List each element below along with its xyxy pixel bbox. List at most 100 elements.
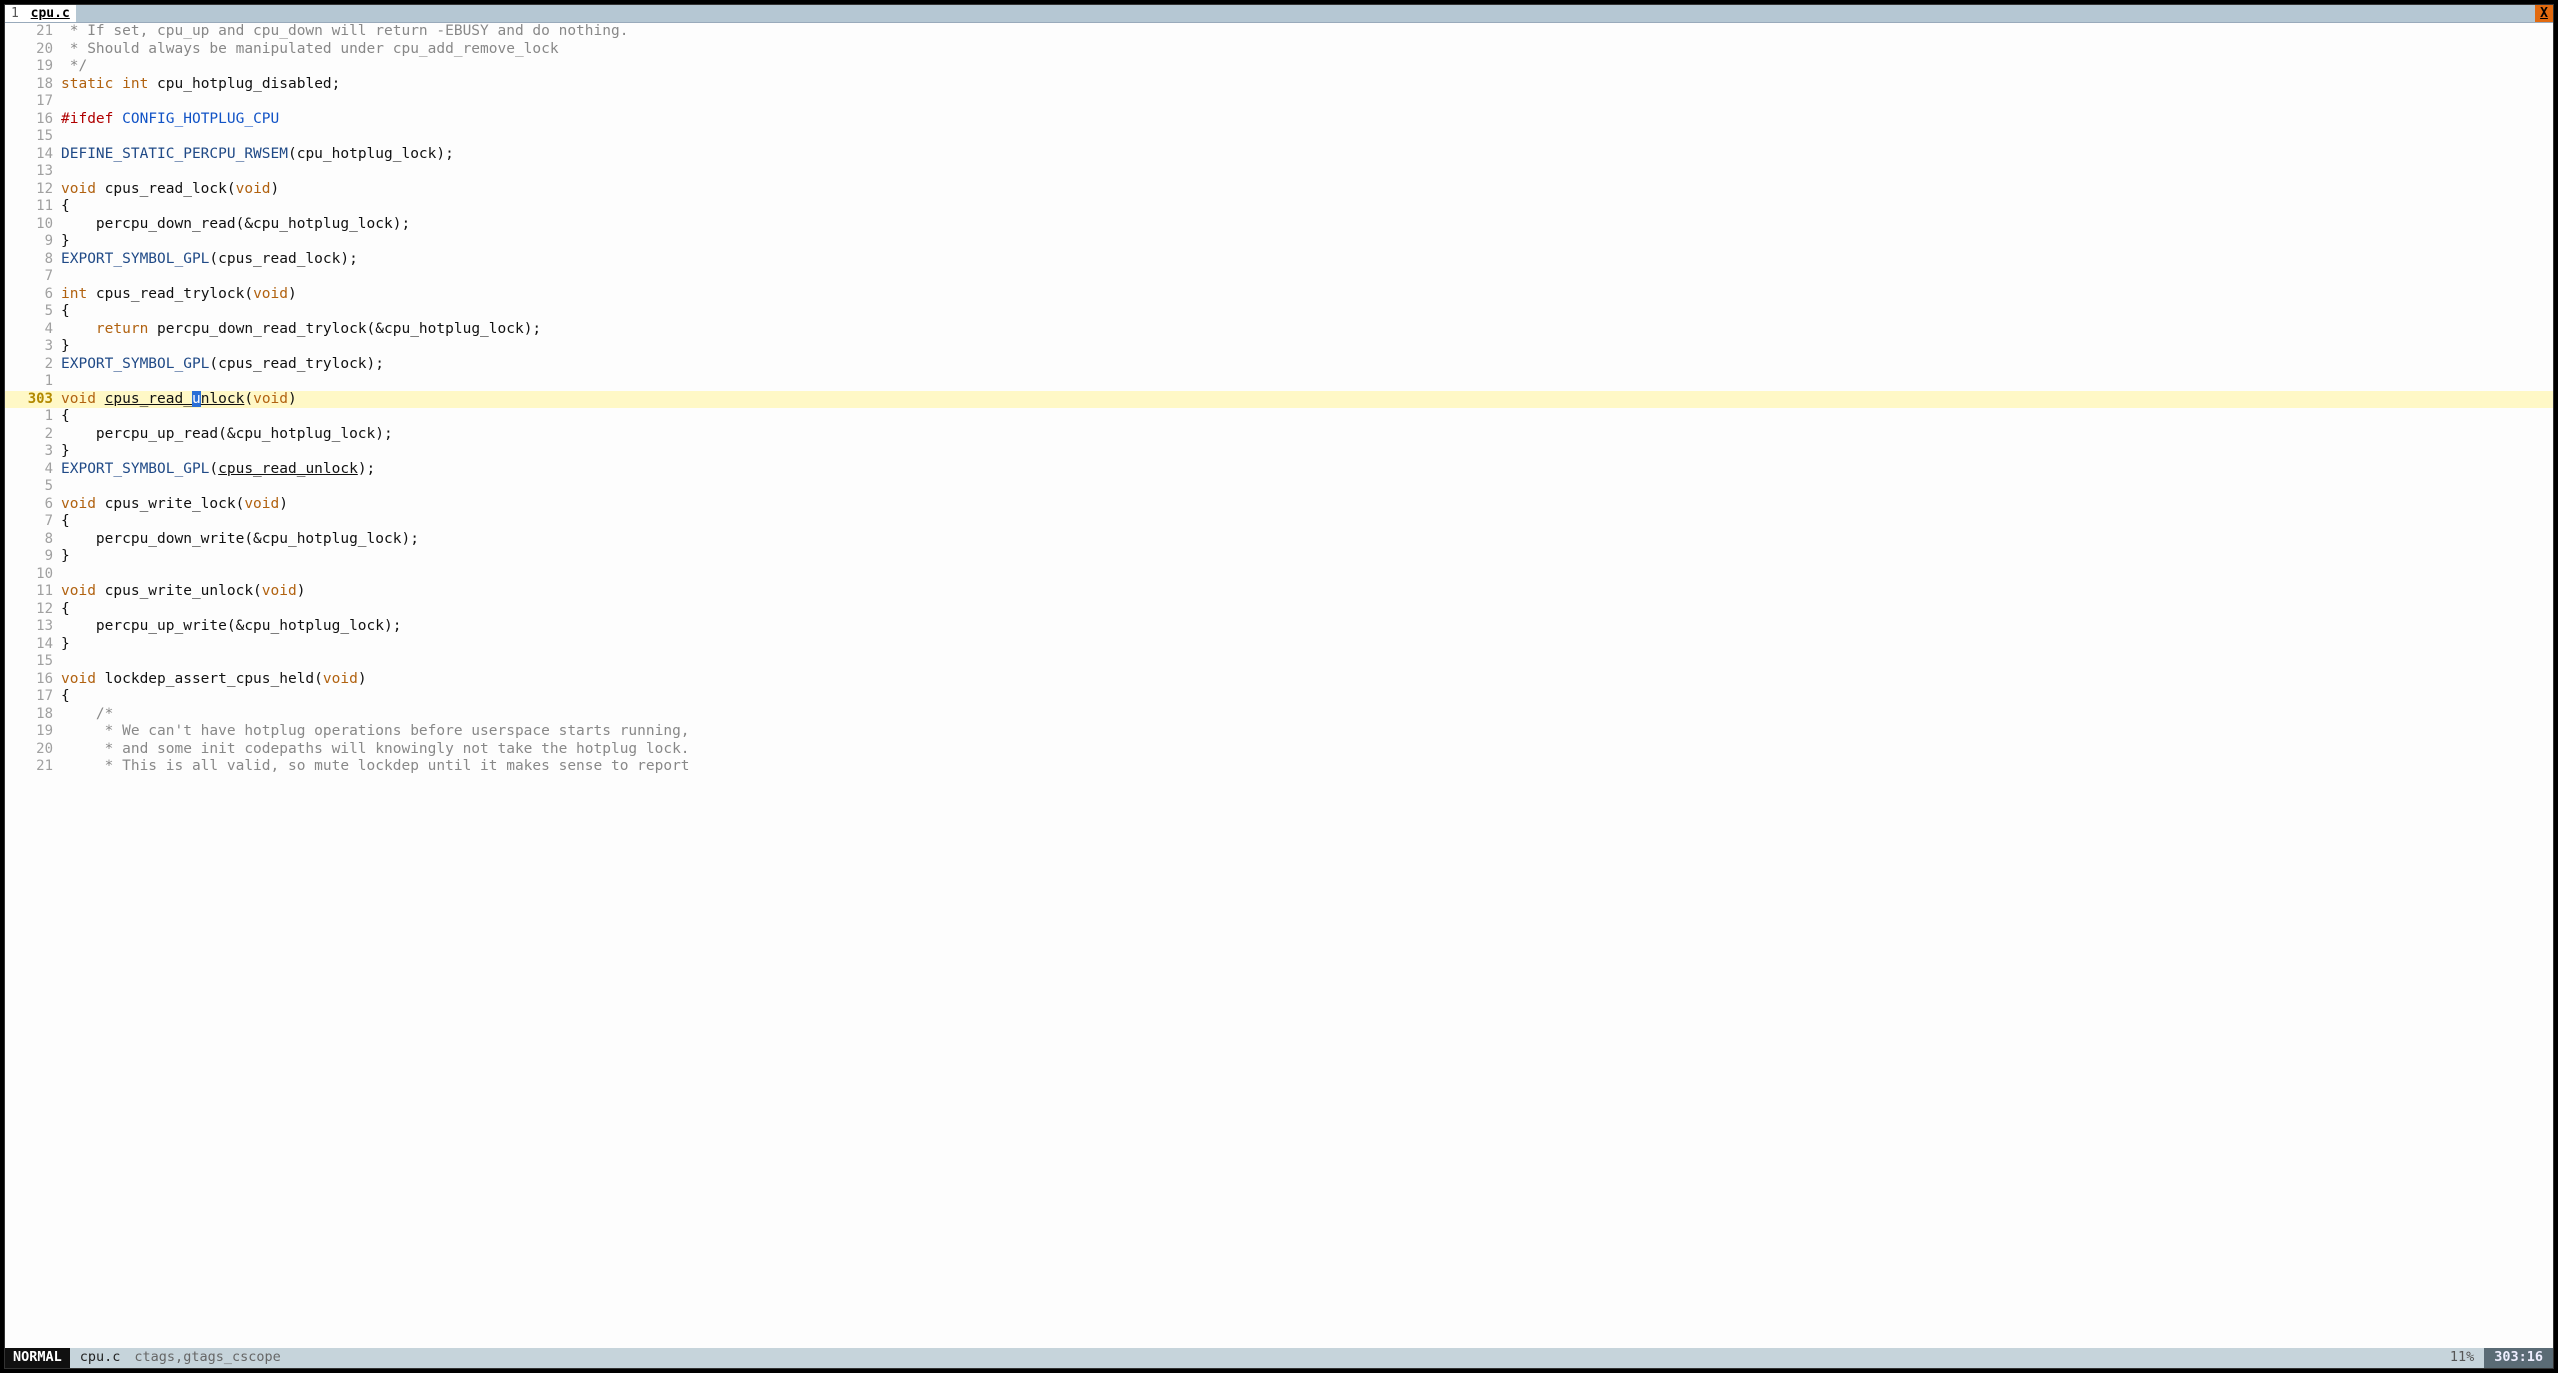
code-line[interactable]: 7 xyxy=(5,268,2553,286)
code-content: percpu_up_read(&cpu_hotplug_lock); xyxy=(61,426,2553,444)
code-line[interactable]: 11void cpus_write_unlock(void) xyxy=(5,583,2553,601)
code-content: void cpus_read_lock(void) xyxy=(61,181,2553,199)
code-line[interactable]: 5{ xyxy=(5,303,2553,321)
code-content: percpu_down_read(&cpu_hotplug_lock); xyxy=(61,216,2553,234)
code-line[interactable]: 20 * and some init codepaths will knowin… xyxy=(5,741,2553,759)
line-number: 8 xyxy=(5,251,61,269)
code-line[interactable]: 3} xyxy=(5,338,2553,356)
code-line[interactable]: 18static int cpu_hotplug_disabled; xyxy=(5,76,2553,94)
code-content: /* xyxy=(61,706,2553,724)
code-line[interactable]: 1 xyxy=(5,373,2553,391)
code-line[interactable]: 11{ xyxy=(5,198,2553,216)
code-line[interactable]: 6int cpus_read_trylock(void) xyxy=(5,286,2553,304)
code-content: int cpus_read_trylock(void) xyxy=(61,286,2553,304)
code-content: } xyxy=(61,636,2553,654)
code-line[interactable]: 10 percpu_down_read(&cpu_hotplug_lock); xyxy=(5,216,2553,234)
tab-index: 1 xyxy=(11,5,19,23)
code-line[interactable]: 17 xyxy=(5,93,2553,111)
code-content: void cpus_read_unlock(void) xyxy=(61,391,2553,409)
code-content: } xyxy=(61,233,2553,251)
code-line[interactable]: 1{ xyxy=(5,408,2553,426)
code-line[interactable]: 21 * If set, cpu_up and cpu_down will re… xyxy=(5,23,2553,41)
code-line[interactable]: 20 * Should always be manipulated under … xyxy=(5,41,2553,59)
code-content xyxy=(61,566,2553,584)
code-content: void cpus_write_lock(void) xyxy=(61,496,2553,514)
code-content: * If set, cpu_up and cpu_down will retur… xyxy=(61,23,2553,41)
code-line[interactable]: 14} xyxy=(5,636,2553,654)
status-percent: 11% xyxy=(2440,1348,2484,1368)
line-number: 4 xyxy=(5,321,61,339)
code-line[interactable]: 19 */ xyxy=(5,58,2553,76)
code-content: { xyxy=(61,303,2553,321)
line-number: 19 xyxy=(5,723,61,741)
code-line[interactable]: 8 percpu_down_write(&cpu_hotplug_lock); xyxy=(5,531,2553,549)
vim-mode: NORMAL xyxy=(5,1348,70,1368)
code-content: } xyxy=(61,338,2553,356)
line-number: 4 xyxy=(5,461,61,479)
code-line[interactable]: 19 * We can't have hotplug operations be… xyxy=(5,723,2553,741)
line-number: 18 xyxy=(5,76,61,94)
code-line[interactable]: 13 xyxy=(5,163,2553,181)
line-number: 9 xyxy=(5,548,61,566)
line-number: 10 xyxy=(5,566,61,584)
line-number: 21 xyxy=(5,758,61,776)
line-number: 20 xyxy=(5,741,61,759)
code-line[interactable]: 18 /* xyxy=(5,706,2553,724)
code-line[interactable]: 2 percpu_up_read(&cpu_hotplug_lock); xyxy=(5,426,2553,444)
tab-close-button[interactable]: X xyxy=(2535,5,2553,22)
code-line[interactable]: 16#ifdef CONFIG_HOTPLUG_CPU xyxy=(5,111,2553,129)
code-content xyxy=(61,163,2553,181)
code-content: { xyxy=(61,513,2553,531)
code-line[interactable]: 12void cpus_read_lock(void) xyxy=(5,181,2553,199)
code-content: */ xyxy=(61,58,2553,76)
code-content: { xyxy=(61,198,2553,216)
line-number: 13 xyxy=(5,618,61,636)
code-content: DEFINE_STATIC_PERCPU_RWSEM(cpu_hotplug_l… xyxy=(61,146,2553,164)
line-number: 1 xyxy=(5,373,61,391)
code-line[interactable]: 12{ xyxy=(5,601,2553,619)
status-tags: ctags,gtags_cscope xyxy=(130,1349,284,1367)
code-line[interactable]: 3} xyxy=(5,443,2553,461)
code-line[interactable]: 8EXPORT_SYMBOL_GPL(cpus_read_lock); xyxy=(5,251,2553,269)
line-number: 2 xyxy=(5,426,61,444)
code-content: * Should always be manipulated under cpu… xyxy=(61,41,2553,59)
code-line[interactable]: 9} xyxy=(5,233,2553,251)
code-line[interactable]: 14DEFINE_STATIC_PERCPU_RWSEM(cpu_hotplug… xyxy=(5,146,2553,164)
code-line[interactable]: 2EXPORT_SYMBOL_GPL(cpus_read_trylock); xyxy=(5,356,2553,374)
tab-cpu-c[interactable]: 1 cpu.c xyxy=(5,5,76,22)
line-number: 5 xyxy=(5,303,61,321)
line-number: 3 xyxy=(5,443,61,461)
line-number: 7 xyxy=(5,268,61,286)
line-number: 3 xyxy=(5,338,61,356)
line-number: 15 xyxy=(5,653,61,671)
code-line[interactable]: 10 xyxy=(5,566,2553,584)
code-content: * We can't have hotplug operations befor… xyxy=(61,723,2553,741)
code-line[interactable]: 5 xyxy=(5,478,2553,496)
line-number: 15 xyxy=(5,128,61,146)
code-editor[interactable]: 21 * If set, cpu_up and cpu_down will re… xyxy=(5,23,2553,1348)
code-line[interactable]: 15 xyxy=(5,128,2553,146)
code-line[interactable]: 7{ xyxy=(5,513,2553,531)
code-content: { xyxy=(61,688,2553,706)
line-number: 14 xyxy=(5,146,61,164)
line-number: 17 xyxy=(5,688,61,706)
code-content: EXPORT_SYMBOL_GPL(cpus_read_unlock); xyxy=(61,461,2553,479)
code-line[interactable]: 13 percpu_up_write(&cpu_hotplug_lock); xyxy=(5,618,2553,636)
code-line[interactable]: 17{ xyxy=(5,688,2553,706)
code-content: void cpus_write_unlock(void) xyxy=(61,583,2553,601)
line-number: 13 xyxy=(5,163,61,181)
code-line[interactable]: 15 xyxy=(5,653,2553,671)
code-line-current[interactable]: 303void cpus_read_unlock(void) xyxy=(5,391,2553,409)
code-line[interactable]: 9} xyxy=(5,548,2553,566)
code-line[interactable]: 16void lockdep_assert_cpus_held(void) xyxy=(5,671,2553,689)
code-content: static int cpu_hotplug_disabled; xyxy=(61,76,2553,94)
code-line[interactable]: 4EXPORT_SYMBOL_GPL(cpus_read_unlock); xyxy=(5,461,2553,479)
line-number: 17 xyxy=(5,93,61,111)
code-line[interactable]: 21 * This is all valid, so mute lockdep … xyxy=(5,758,2553,776)
tab-filename: cpu.c xyxy=(31,5,70,23)
line-number: 6 xyxy=(5,496,61,514)
code-line[interactable]: 6void cpus_write_lock(void) xyxy=(5,496,2553,514)
status-filename: cpu.c xyxy=(70,1349,131,1367)
code-line[interactable]: 4 return percpu_down_read_trylock(&cpu_h… xyxy=(5,321,2553,339)
status-position: 303:16 xyxy=(2484,1348,2553,1368)
